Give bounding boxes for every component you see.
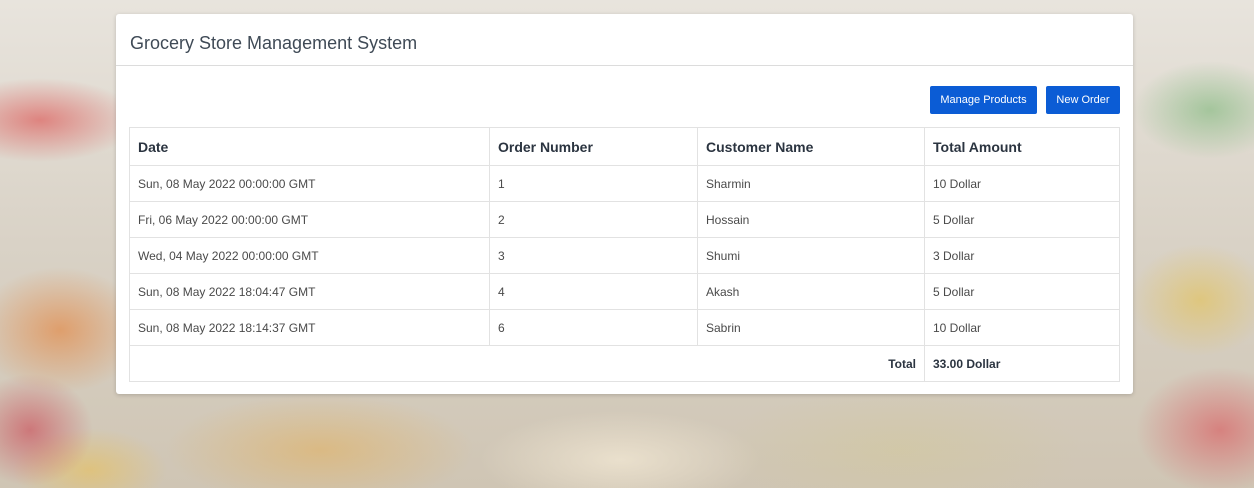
cell-order-number: 3 bbox=[489, 237, 698, 274]
cell-date: Sun, 08 May 2022 18:14:37 GMT bbox=[129, 309, 490, 346]
column-header-date: Date bbox=[129, 127, 490, 166]
orders-card: Grocery Store Management System Manage P… bbox=[116, 14, 1133, 394]
column-header-order-number: Order Number bbox=[489, 127, 698, 166]
cell-order-number: 6 bbox=[489, 309, 698, 346]
manage-products-button[interactable]: Manage Products bbox=[930, 86, 1037, 114]
total-row: Total 33.00 Dollar bbox=[129, 345, 1120, 382]
cell-total-amount: 5 Dollar bbox=[924, 273, 1120, 310]
page-title: Grocery Store Management System bbox=[130, 33, 418, 53]
total-label: Total bbox=[129, 345, 925, 382]
table-header-row: Date Order Number Customer Name Total Am… bbox=[129, 127, 1120, 166]
cell-total-amount: 5 Dollar bbox=[924, 201, 1120, 238]
table-row: Sun, 08 May 2022 18:14:37 GMT 6 Sabrin 1… bbox=[129, 309, 1120, 346]
column-header-customer-name: Customer Name bbox=[697, 127, 925, 166]
cell-order-number: 2 bbox=[489, 201, 698, 238]
cell-date: Sun, 08 May 2022 00:00:00 GMT bbox=[129, 165, 490, 202]
table-row: Wed, 04 May 2022 00:00:00 GMT 3 Shumi 3 … bbox=[129, 237, 1120, 274]
cell-total-amount: 3 Dollar bbox=[924, 237, 1120, 274]
cell-order-number: 1 bbox=[489, 165, 698, 202]
card-header: Grocery Store Management System bbox=[116, 14, 1133, 66]
cell-customer-name: Hossain bbox=[697, 201, 925, 238]
cell-date: Sun, 08 May 2022 18:04:47 GMT bbox=[129, 273, 490, 310]
orders-table: Date Order Number Customer Name Total Am… bbox=[129, 127, 1120, 382]
table-row: Sun, 08 May 2022 18:04:47 GMT 4 Akash 5 … bbox=[129, 273, 1120, 310]
cell-date: Wed, 04 May 2022 00:00:00 GMT bbox=[129, 237, 490, 274]
column-header-total-amount: Total Amount bbox=[924, 127, 1120, 166]
cell-customer-name: Shumi bbox=[697, 237, 925, 274]
cell-total-amount: 10 Dollar bbox=[924, 165, 1120, 202]
cell-total-amount: 10 Dollar bbox=[924, 309, 1120, 346]
cell-customer-name: Akash bbox=[697, 273, 925, 310]
action-buttons: Manage Products New Order bbox=[930, 86, 1120, 114]
new-order-button[interactable]: New Order bbox=[1046, 86, 1120, 114]
cell-customer-name: Sharmin bbox=[697, 165, 925, 202]
cell-date: Fri, 06 May 2022 00:00:00 GMT bbox=[129, 201, 490, 238]
table-row: Sun, 08 May 2022 00:00:00 GMT 1 Sharmin … bbox=[129, 165, 1120, 202]
cell-customer-name: Sabrin bbox=[697, 309, 925, 346]
total-value: 33.00 Dollar bbox=[924, 345, 1120, 382]
cell-order-number: 4 bbox=[489, 273, 698, 310]
table-row: Fri, 06 May 2022 00:00:00 GMT 2 Hossain … bbox=[129, 201, 1120, 238]
